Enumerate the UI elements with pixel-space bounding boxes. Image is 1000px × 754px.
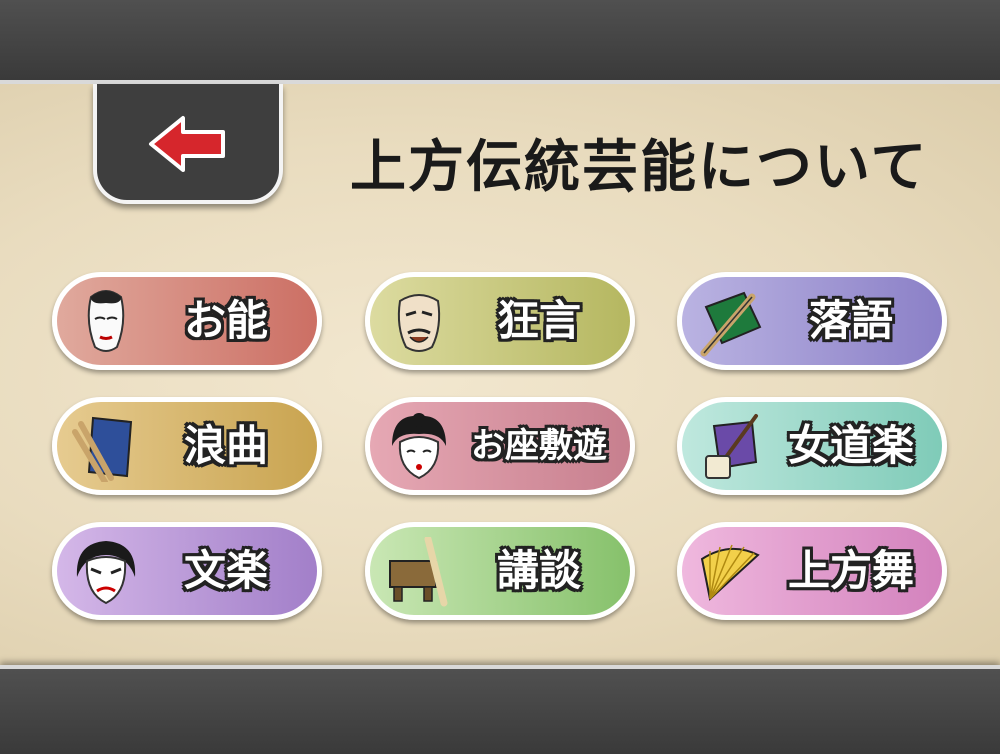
kodan-button[interactable]: 講談 [365, 522, 635, 620]
wooden-desk-and-clapper-icon [389, 537, 448, 607]
noh-mask-icon [87, 290, 125, 352]
noh-button[interactable]: お能 [52, 272, 322, 370]
onna-doraku-button[interactable]: 女道楽 [677, 397, 947, 495]
noh-label: お能 [183, 296, 268, 345]
kodan-label: 講談 [496, 546, 581, 595]
rokyoku-button[interactable]: 浪曲 [52, 397, 322, 495]
back-button[interactable] [93, 84, 283, 204]
folding-fan-icon [700, 544, 760, 601]
ozashiki-label: お座敷遊 [471, 426, 607, 466]
top-bar [0, 0, 1000, 84]
page-title: 上方伝統芸能について [350, 135, 929, 200]
bunraku-button[interactable]: 文楽 [52, 522, 322, 620]
geisha-face-icon [392, 413, 446, 480]
kamigata-mai-button[interactable]: 上方舞 [677, 522, 947, 620]
book-and-fan-icon [72, 416, 133, 482]
bunraku-label: 文楽 [183, 546, 268, 595]
fan-and-cloth-icon [700, 291, 762, 357]
kyogen-mask-icon [397, 294, 441, 352]
back-arrow-icon [149, 116, 225, 172]
kyogen-label: 狂言 [496, 296, 581, 345]
rakugo-button[interactable]: 落語 [677, 272, 947, 370]
bunraku-puppet-face-icon [76, 541, 136, 605]
ozashiki-button[interactable]: お座敷遊 [365, 397, 635, 495]
kyogen-button[interactable]: 狂言 [365, 272, 635, 370]
shamisen-icon [705, 414, 758, 479]
onna-doraku-label: 女道楽 [787, 421, 914, 470]
rokyoku-label: 浪曲 [183, 421, 268, 470]
bottom-bar [0, 665, 1000, 754]
rakugo-label: 落語 [808, 296, 893, 345]
kamigata-mai-label: 上方舞 [787, 546, 914, 595]
